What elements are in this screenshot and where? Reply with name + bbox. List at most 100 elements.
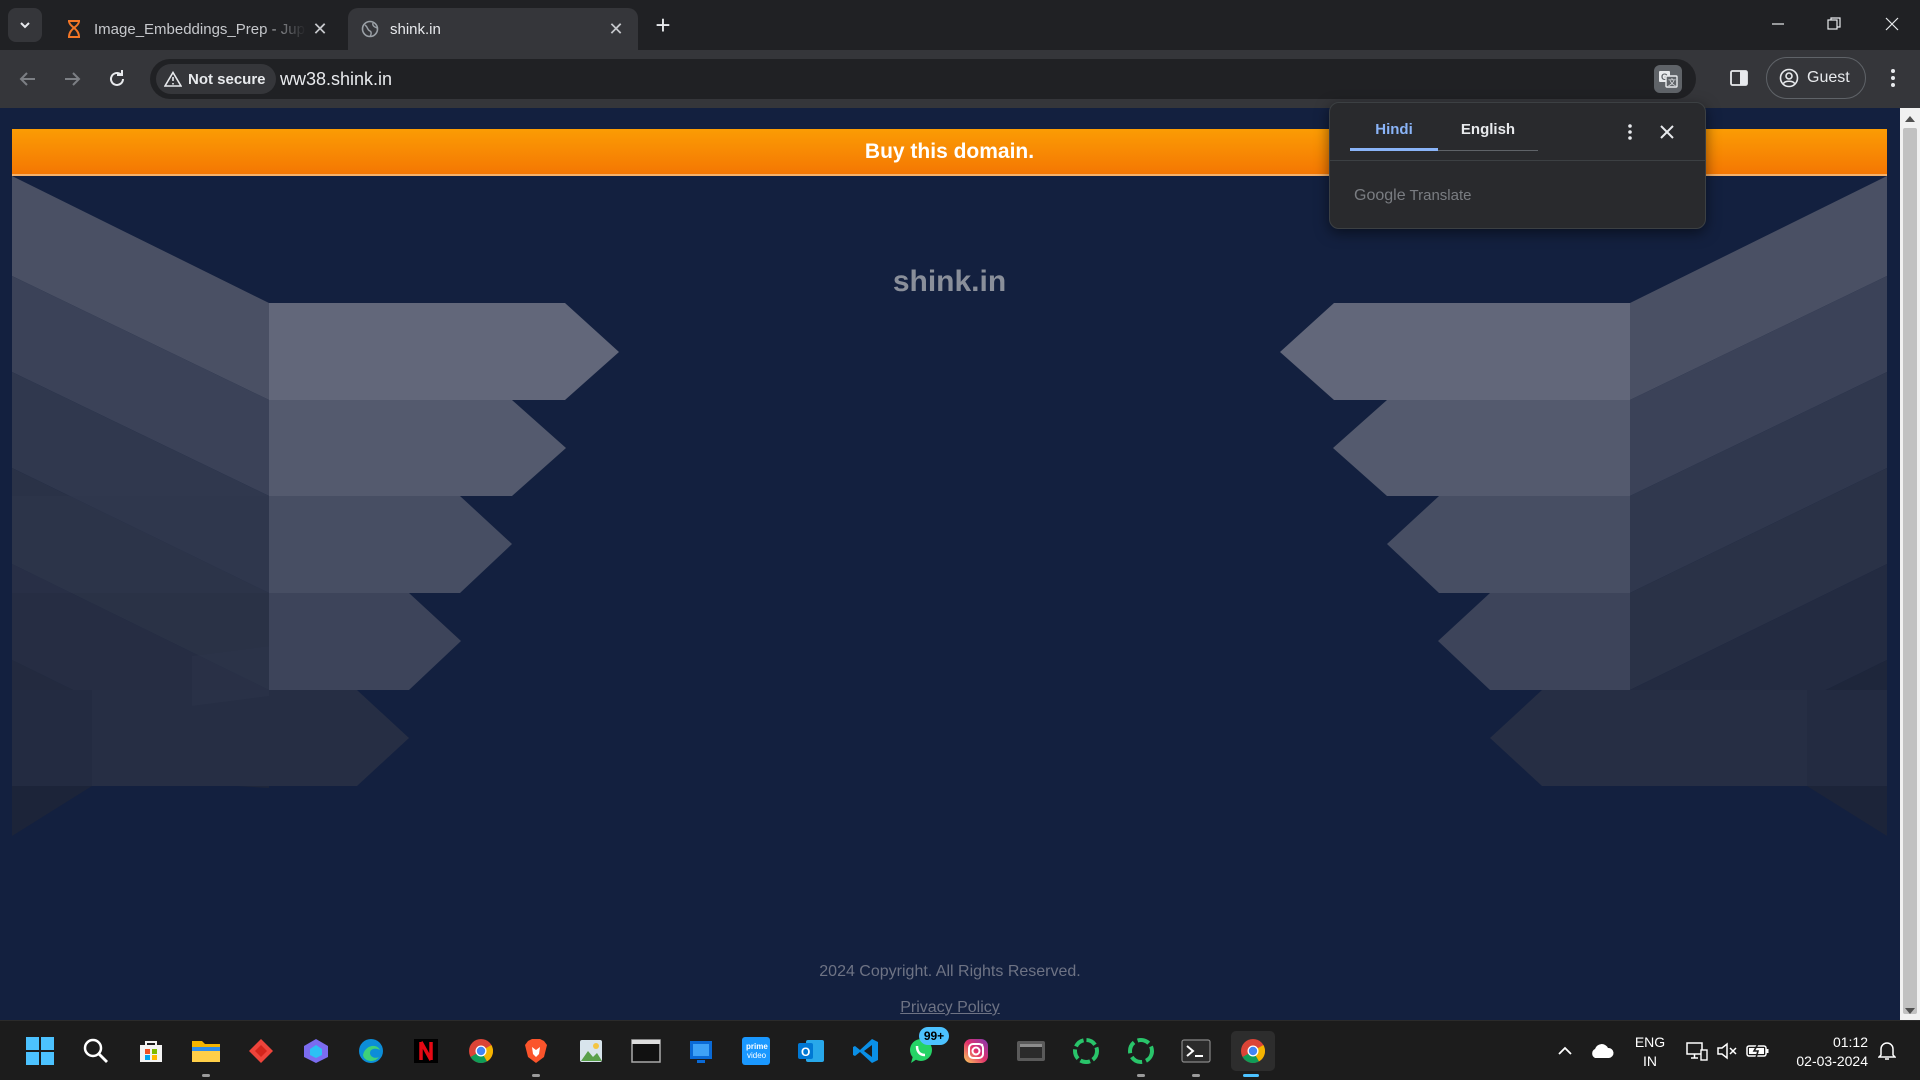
side-panel-button[interactable]	[1724, 63, 1754, 93]
page-scrollbar[interactable]	[1900, 108, 1920, 1020]
svg-text:prime: prime	[746, 1042, 768, 1051]
close-tab-icon[interactable]: ✕	[306, 15, 334, 43]
bell-icon	[1878, 1042, 1896, 1060]
tab-search-button[interactable]	[8, 8, 42, 42]
notifications-button[interactable]	[1872, 1021, 1902, 1080]
scrollbar-thumb[interactable]	[1903, 128, 1917, 1014]
netflix-icon[interactable]	[406, 1031, 446, 1071]
back-button[interactable]	[10, 61, 46, 97]
vscode-icon[interactable]	[846, 1031, 886, 1071]
terminal-window-icon[interactable]	[626, 1031, 666, 1071]
restore-button[interactable]	[1806, 0, 1862, 48]
store-app-icon[interactable]	[131, 1031, 171, 1071]
svg-text:文: 文	[1668, 77, 1676, 87]
translate-icon[interactable]: G文	[1654, 65, 1682, 93]
warning-icon	[164, 71, 182, 87]
more-vertical-icon	[1891, 69, 1895, 87]
arrow-right-icon	[65, 72, 81, 86]
tab-strip: Image_Embeddings_Prep - Jupyter ✕ shink.…	[0, 0, 1920, 50]
account-icon	[1779, 68, 1799, 88]
browser-menu-button[interactable]	[1878, 63, 1908, 93]
jupyter-hourglass-icon	[64, 19, 84, 39]
language-code: ENG	[1634, 1034, 1666, 1050]
side-panel-icon	[1730, 70, 1748, 86]
windows-app-icon[interactable]	[681, 1031, 721, 1071]
more-vertical-icon	[1628, 124, 1632, 140]
volume-muted-icon[interactable]	[1714, 1021, 1740, 1080]
security-label: Not secure	[188, 70, 266, 88]
address-bar[interactable]: Not secure ww38.shink.in G文	[150, 59, 1696, 99]
battery-icon[interactable]	[1744, 1021, 1772, 1080]
scroll-down-arrow-icon[interactable]	[1900, 1002, 1920, 1020]
svg-text:video: video	[747, 1051, 767, 1060]
tab-shink[interactable]: shink.in ✕	[348, 8, 638, 50]
url-text[interactable]: ww38.shink.in	[280, 69, 392, 90]
browser-toolbar: Not secure ww38.shink.in G文 Guest	[0, 50, 1920, 108]
language-tab-hindi[interactable]: Hindi	[1350, 121, 1438, 151]
spinner-app-2-icon[interactable]	[1121, 1031, 1161, 1077]
minimize-button[interactable]	[1750, 0, 1806, 48]
running-indicator	[202, 1074, 210, 1077]
page-viewport: Buy this domain. shink.in 2024 Copyright…	[0, 108, 1900, 1020]
tab-title: shink.in	[390, 20, 441, 38]
chrome-icon[interactable]	[461, 1031, 501, 1071]
translate-options-button[interactable]	[1618, 119, 1642, 145]
decorative-background: shink.in	[12, 176, 1887, 908]
spinner-app-icon[interactable]	[1066, 1031, 1106, 1071]
svg-text:O: O	[801, 1045, 810, 1059]
input-language-indicator[interactable]: ENG IN	[1628, 1033, 1672, 1071]
powershell-icon[interactable]	[1176, 1031, 1216, 1077]
copilot-icon[interactable]	[296, 1031, 336, 1071]
close-window-button[interactable]	[1864, 0, 1920, 48]
region-code: IN	[1643, 1053, 1657, 1069]
date-text: 02-03-2024	[1796, 1053, 1868, 1069]
anydesk-icon[interactable]	[241, 1031, 281, 1071]
notification-badge: 99+	[919, 1027, 949, 1045]
google-translate-attribution: Google Translate	[1354, 187, 1471, 205]
profile-label: Guest	[1807, 69, 1850, 86]
taskbar: prime video O 99+ ENG IN 01:12 02-03-202…	[0, 1020, 1920, 1080]
globe-icon	[360, 19, 380, 39]
tab-title: Image_Embeddings_Prep - Jupyter	[94, 20, 306, 38]
translate-product-text: Translate	[1409, 187, 1472, 204]
reload-icon	[110, 70, 124, 86]
windows-logo-icon	[26, 1037, 54, 1065]
whatsapp-icon[interactable]: 99+	[901, 1027, 949, 1071]
language-tab-english[interactable]: English	[1438, 121, 1538, 151]
privacy-policy-link[interactable]: Privacy Policy	[0, 999, 1900, 1017]
instagram-icon[interactable]	[956, 1031, 996, 1071]
reload-button[interactable]	[99, 61, 135, 97]
prime-video-icon[interactable]: prime video	[736, 1031, 776, 1071]
search-button[interactable]	[76, 1031, 116, 1071]
close-popup-button[interactable]	[1654, 119, 1680, 145]
show-hidden-icons-button[interactable]	[1550, 1021, 1580, 1080]
close-icon	[1660, 125, 1674, 139]
chrome-active-icon[interactable]	[1231, 1031, 1275, 1077]
domain-title: shink.in	[892, 265, 1007, 298]
security-chip[interactable]: Not secure	[156, 64, 276, 94]
search-icon	[83, 1038, 108, 1063]
running-indicator	[532, 1074, 540, 1077]
profile-button[interactable]: Guest	[1766, 57, 1866, 99]
tab-jupyter[interactable]: Image_Embeddings_Prep - Jupyter ✕	[52, 8, 342, 50]
translate-popup: Hindi English Google Translate	[1329, 102, 1706, 229]
onedrive-icon[interactable]	[1586, 1021, 1618, 1080]
edge-browser-icon[interactable]	[351, 1031, 391, 1071]
brave-browser-icon[interactable]	[516, 1031, 556, 1077]
photos-app-icon[interactable]	[571, 1031, 611, 1071]
file-explorer-icon[interactable]	[186, 1031, 226, 1077]
running-indicator	[1137, 1074, 1145, 1077]
media-player-icon[interactable]	[1011, 1031, 1051, 1071]
close-tab-icon[interactable]: ✕	[602, 15, 630, 43]
outlook-icon[interactable]: O	[791, 1031, 831, 1071]
scroll-up-arrow-icon[interactable]	[1900, 110, 1920, 128]
time-text: 01:12	[1832, 1034, 1868, 1050]
chevron-up-icon	[1558, 1046, 1572, 1055]
copyright-text: 2024 Copyright. All Rights Reserved.	[819, 963, 1081, 980]
start-button[interactable]	[20, 1031, 60, 1071]
running-indicator	[1192, 1074, 1200, 1077]
system-clock[interactable]: 01:12 02-03-2024	[1778, 1033, 1868, 1071]
network-icon[interactable]	[1684, 1021, 1710, 1080]
new-tab-button[interactable]: +	[648, 10, 678, 40]
forward-button[interactable]	[54, 61, 90, 97]
